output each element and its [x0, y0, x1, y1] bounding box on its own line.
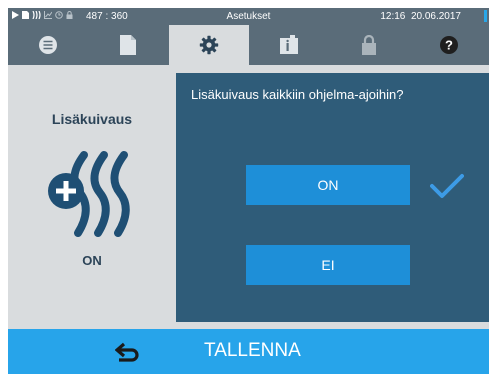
dialog-question: Lisäkuivaus kaikkiin ohjelma-ajoihin?: [191, 87, 404, 102]
tab-bar: ?: [8, 25, 489, 65]
footer-bar: TALLENNA: [8, 329, 489, 374]
menu-list-icon: [39, 36, 57, 54]
tab-menu[interactable]: [8, 25, 88, 65]
date-time: 12:16 20.06.2017: [380, 11, 461, 22]
back-button[interactable]: [108, 337, 148, 367]
tab-settings[interactable]: [169, 25, 249, 65]
document-icon: [120, 35, 136, 55]
back-arrow-icon: [115, 342, 139, 362]
feature-title: Lisäkuivaus: [51, 111, 133, 127]
settings-dialog: Lisäkuivaus kaikkiin ohjelma-ajoihin? ON…: [176, 73, 489, 322]
svg-text:?: ?: [445, 38, 453, 53]
calendar-date: 20.06.2017: [410, 11, 461, 22]
tab-documents[interactable]: [88, 25, 168, 65]
extra-drying-icon: [48, 151, 130, 237]
save-button[interactable]: TALLENNA: [204, 340, 301, 362]
checkmark-icon: [430, 174, 464, 198]
on-button[interactable]: ON: [246, 165, 410, 205]
screen: 487 : 360 Asetukset 12:16 20.06.2017 ? L…: [8, 8, 489, 374]
no-button[interactable]: EI: [246, 245, 410, 285]
gear-icon: [199, 35, 219, 55]
tab-help[interactable]: ?: [409, 25, 489, 65]
help-icon: ?: [440, 36, 458, 54]
info-book-icon: [280, 35, 298, 54]
tab-lock[interactable]: [329, 25, 409, 65]
battery-indicator: [484, 10, 487, 22]
clock-time: 12:16: [380, 11, 406, 22]
tab-info[interactable]: [249, 25, 329, 65]
feature-state: ON: [82, 253, 102, 268]
feature-panel: Lisäkuivaus ON: [8, 65, 176, 327]
status-bar: 487 : 360 Asetukset 12:16 20.06.2017: [8, 8, 489, 25]
lock-icon: [362, 35, 376, 55]
